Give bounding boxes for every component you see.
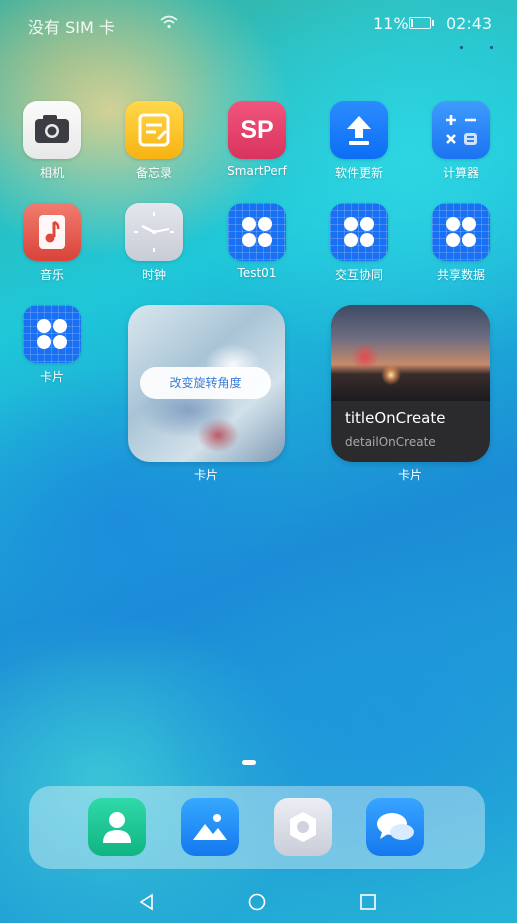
card-detail: detailOnCreate [345, 435, 436, 449]
app-grid-icon [228, 203, 286, 261]
clock-icon [125, 203, 183, 261]
app-label: 音乐 [39, 268, 64, 282]
gallery-icon[interactable] [181, 798, 239, 856]
app-grid-icon [330, 203, 388, 261]
clock-time: 02:43 [446, 14, 493, 33]
music-icon [23, 203, 81, 261]
app-card[interactable]: 卡片 [12, 305, 92, 385]
app-label: 交互协同 [334, 268, 383, 282]
memo-icon [125, 101, 183, 159]
app-smartperf[interactable]: SP SmartPerf [217, 101, 297, 178]
app-test01[interactable]: Test01 [217, 203, 297, 280]
app-camera[interactable]: 相机 [12, 101, 92, 181]
app-grid-icon [432, 203, 490, 261]
app-label: 时钟 [141, 268, 166, 282]
back-icon[interactable] [135, 890, 159, 914]
app-label: SmartPerf [227, 164, 287, 178]
home-icon[interactable] [245, 890, 269, 914]
app-label: 共享数据 [436, 268, 485, 282]
app-label: 备忘录 [135, 166, 172, 180]
card-title: titleOnCreate [345, 409, 446, 427]
battery-icon [409, 17, 434, 29]
settings-icon[interactable] [274, 798, 332, 856]
recents-icon[interactable] [356, 890, 380, 914]
contacts-icon[interactable] [88, 798, 146, 856]
wallpaper-dot [460, 46, 463, 49]
app-label: 卡片 [39, 370, 64, 384]
change-rotation-button[interactable]: 改变旋转角度 [140, 367, 271, 399]
software-update-icon [330, 101, 388, 159]
app-software-update[interactable]: 软件更新 [319, 101, 399, 181]
wallpaper-dot [490, 46, 493, 49]
app-music[interactable]: 音乐 [12, 203, 92, 283]
app-label: 计算器 [442, 166, 479, 180]
navigation-bar [0, 880, 517, 923]
widget-label: 卡片 [193, 468, 218, 482]
widget-label: 卡片 [397, 468, 422, 482]
app-label: 相机 [39, 166, 64, 180]
smartperf-icon: SP [228, 101, 286, 159]
battery-percentage: 11% [373, 14, 409, 33]
carrier-text: 没有 SIM 卡 [28, 18, 115, 37]
app-interaction-collab[interactable]: 交互协同 [319, 203, 399, 283]
battery-fill [411, 19, 413, 27]
app-clock[interactable]: 时钟 [114, 203, 194, 283]
wifi-icon [160, 15, 178, 29]
camera-icon [23, 101, 81, 159]
app-memo[interactable]: 备忘录 [114, 101, 194, 181]
app-label: Test01 [237, 266, 277, 280]
app-label: 软件更新 [334, 166, 383, 180]
app-shared-data[interactable]: 共享数据 [421, 203, 501, 283]
dock [29, 786, 485, 869]
status-bar: 没有 SIM 卡 11% 02:43 [0, 0, 517, 48]
app-grid-icon [23, 305, 81, 363]
page-indicator[interactable] [242, 760, 256, 765]
messages-icon[interactable] [366, 798, 424, 856]
app-calculator[interactable]: 计算器 [421, 101, 501, 181]
calculator-icon [432, 101, 490, 159]
sunset-photo [331, 305, 490, 401]
photo-card-widget[interactable]: titleOnCreate detailOnCreate [331, 305, 490, 462]
rotate-card-widget[interactable]: 改变旋转角度 [128, 305, 285, 462]
